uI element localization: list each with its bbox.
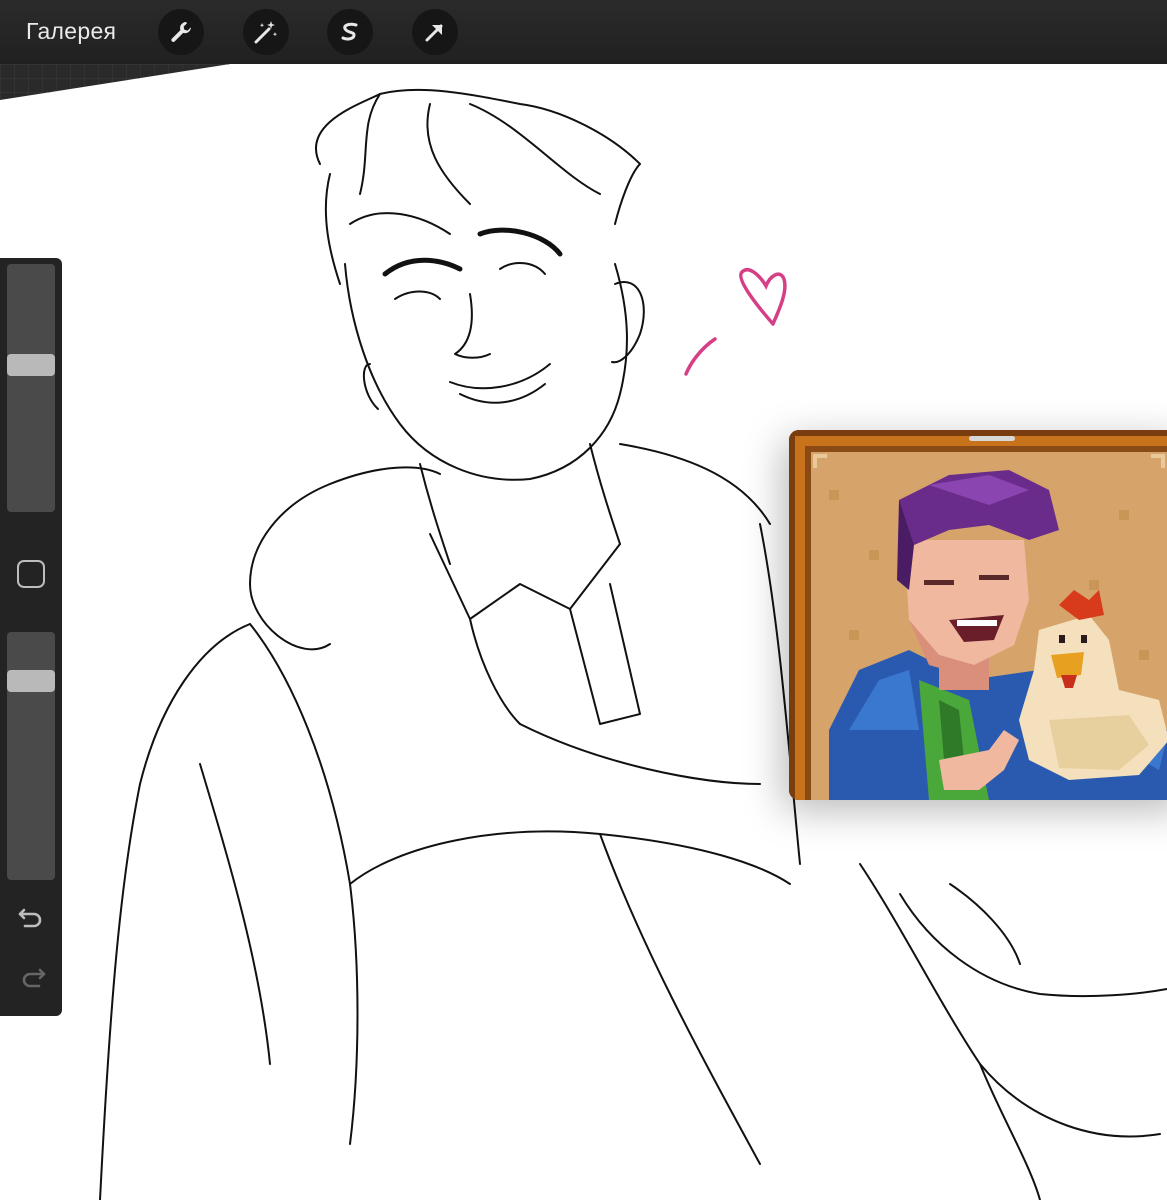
adjustments-button[interactable] bbox=[243, 9, 289, 55]
actions-button[interactable] bbox=[158, 9, 204, 55]
selection-s-icon bbox=[341, 22, 358, 41]
undo-icon[interactable] bbox=[16, 904, 48, 932]
opacity-slider[interactable] bbox=[7, 632, 55, 880]
heart-doodle bbox=[684, 268, 787, 376]
reference-drag-handle[interactable] bbox=[969, 436, 1015, 441]
redo-icon[interactable] bbox=[16, 964, 48, 992]
wrench-icon bbox=[171, 22, 191, 42]
brush-size-thumb[interactable] bbox=[7, 354, 55, 376]
magic-wand-icon bbox=[254, 21, 278, 44]
top-toolbar: Галерея bbox=[0, 0, 1167, 64]
brush-size-slider[interactable] bbox=[7, 264, 55, 512]
left-sidebar bbox=[0, 258, 62, 1016]
transform-arrow-icon bbox=[425, 24, 443, 42]
canvas-edge-band bbox=[0, 64, 1167, 100]
modify-button[interactable] bbox=[17, 560, 45, 588]
opacity-thumb[interactable] bbox=[7, 670, 55, 692]
selection-button[interactable] bbox=[327, 9, 373, 55]
reference-window[interactable] bbox=[789, 430, 1167, 800]
transform-button[interactable] bbox=[412, 9, 458, 55]
pixel-portrait-image bbox=[789, 430, 1167, 800]
gallery-button[interactable]: Галерея bbox=[26, 18, 116, 45]
